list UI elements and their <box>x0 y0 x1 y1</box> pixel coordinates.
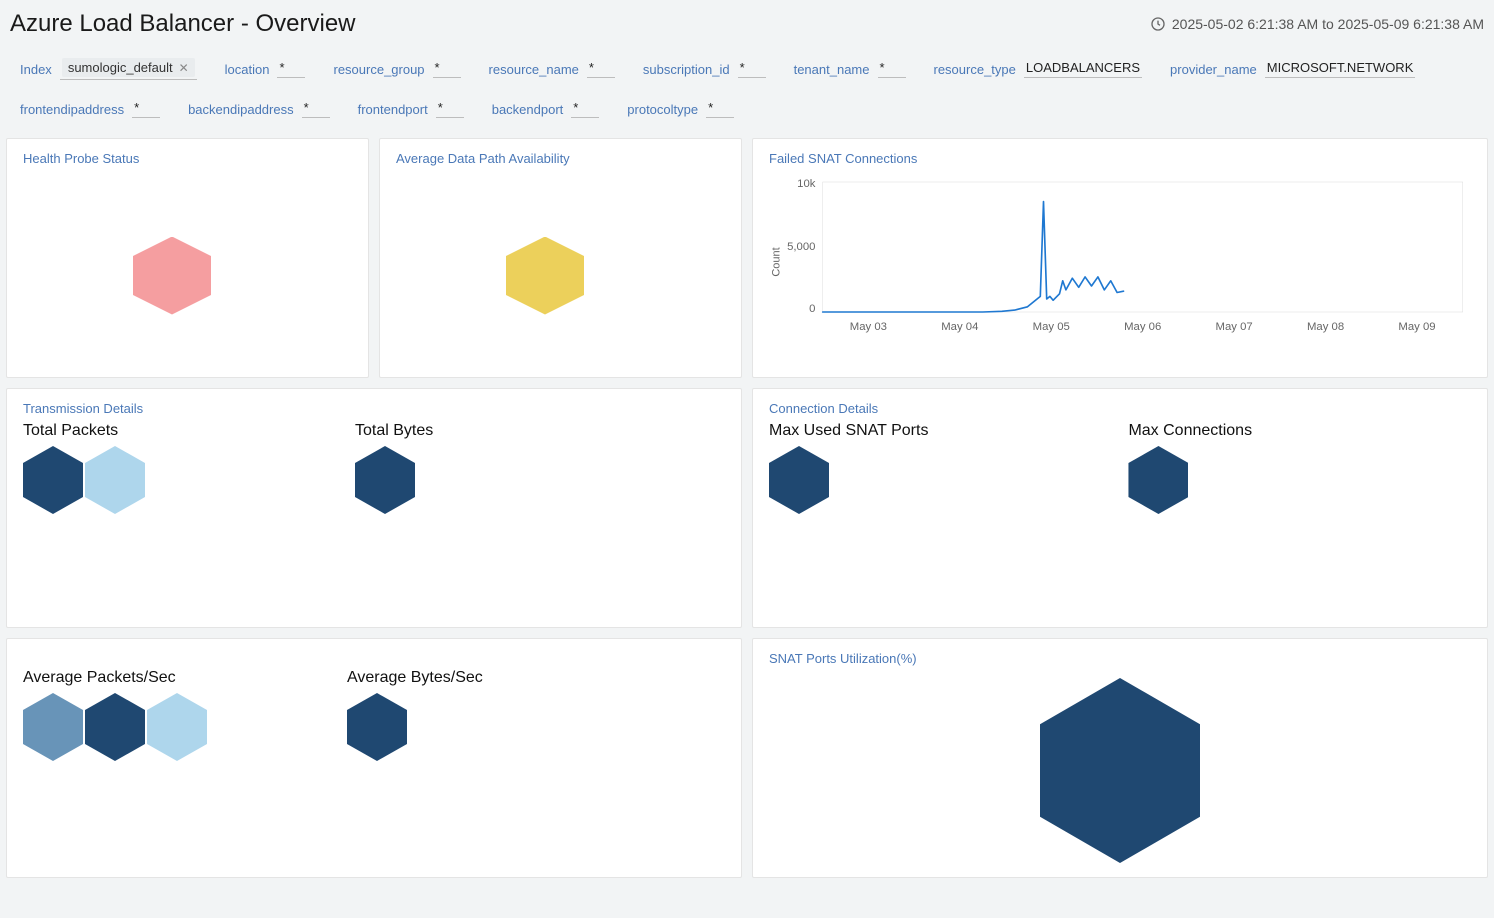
dashboard-header: Azure Load Balancer - Overview 2025-05-0… <box>0 0 1494 48</box>
panel-title: Health Probe Status <box>23 151 352 166</box>
panel-title: Average Data Path Availability <box>396 151 725 166</box>
filter-chip[interactable]: sumologic_default ✕ <box>62 58 195 77</box>
honeycomb-hex[interactable] <box>355 446 415 514</box>
honeycomb-hex[interactable] <box>1128 446 1188 514</box>
panel-transmission-details[interactable]: Transmission Details Total Packets Total… <box>6 388 742 628</box>
clock-icon <box>1150 16 1166 32</box>
filter-value[interactable]: * <box>132 100 160 118</box>
panel-failed-snat-connections[interactable]: Failed SNAT Connections Count 10k 5,000 … <box>752 138 1488 378</box>
filter-value[interactable]: * <box>587 60 615 78</box>
filter-label: resource_name <box>489 62 579 77</box>
filter-label: tenant_name <box>794 62 870 77</box>
honeycomb-hex[interactable] <box>85 446 145 514</box>
filter-resource_type[interactable]: resource_type LOADBALANCERS <box>934 60 1143 78</box>
filter-label: frontendport <box>358 102 428 117</box>
filter-index[interactable]: Index sumologic_default ✕ <box>20 58 197 80</box>
xtick: May 08 <box>1307 321 1344 333</box>
filter-value[interactable]: sumologic_default ✕ <box>60 58 197 80</box>
filter-label: backendport <box>492 102 564 117</box>
filter-resource_group[interactable]: resource_group * <box>333 60 460 78</box>
filter-location[interactable]: location * <box>225 60 306 78</box>
metric-max-connections: Max Connections <box>1128 422 1252 514</box>
metric-title: Average Packets/Sec <box>23 669 207 687</box>
filter-protocoltype[interactable]: protocoltype * <box>627 100 734 118</box>
panel-title: Failed SNAT Connections <box>769 151 1471 166</box>
filters-bar: Indexsumologic_default✕location*resource… <box>0 48 1494 132</box>
panel-title: Connection Details <box>769 401 1471 416</box>
line-chart-failed-snat[interactable]: Count 10k 5,000 0 May 03 May 04 May 05 May … <box>769 172 1471 342</box>
filter-label: resource_type <box>934 62 1016 77</box>
filter-value[interactable]: * <box>706 100 734 118</box>
metric-title: Average Bytes/Sec <box>347 669 483 687</box>
panel-title: Transmission Details <box>23 401 725 416</box>
filter-value[interactable]: * <box>433 60 461 78</box>
honeycomb-hex[interactable] <box>769 446 829 514</box>
metric-title: Max Used SNAT Ports <box>769 422 928 440</box>
filter-label: protocoltype <box>627 102 698 117</box>
filter-frontendport[interactable]: frontendport * <box>358 100 464 118</box>
metric-title: Total Packets <box>23 422 145 440</box>
metric-max-used-snat-ports: Max Used SNAT Ports <box>769 422 928 514</box>
filter-value[interactable]: * <box>302 100 330 118</box>
filter-frontendipaddress[interactable]: frontendipaddress * <box>20 100 160 118</box>
filter-label: provider_name <box>1170 62 1257 77</box>
filter-backendipaddress[interactable]: backendipaddress * <box>188 100 330 118</box>
honeycomb-hex[interactable] <box>147 693 207 761</box>
xtick: May 06 <box>1124 321 1161 333</box>
panel-connection-details[interactable]: Connection Details Max Used SNAT Ports M… <box>752 388 1488 628</box>
filter-label: subscription_id <box>643 62 730 77</box>
filter-value[interactable]: * <box>277 60 305 78</box>
panel-snat-ports-utilization[interactable]: SNAT Ports Utilization(%) <box>752 638 1488 878</box>
ytick: 10k <box>797 178 816 190</box>
filter-backendport[interactable]: backendport * <box>492 100 600 118</box>
metric-avg-packets-sec: Average Packets/Sec <box>23 669 207 761</box>
honeycomb-hex[interactable] <box>85 693 145 761</box>
page-title: Azure Load Balancer - Overview <box>10 10 356 38</box>
filter-value[interactable]: MICROSOFT.NETWORK <box>1265 60 1416 78</box>
time-range-text: 2025-05-02 6:21:38 AM to 2025-05-09 6:21… <box>1172 16 1484 32</box>
xtick: May 07 <box>1216 321 1253 333</box>
filter-value[interactable]: LOADBALANCERS <box>1024 60 1142 78</box>
ytick: 5,000 <box>787 241 815 253</box>
panel-health-probe-status[interactable]: Health Probe Status <box>6 138 369 378</box>
filter-label: resource_group <box>333 62 424 77</box>
honeycomb-hex[interactable] <box>23 693 83 761</box>
filter-value[interactable]: * <box>436 100 464 118</box>
panel-rates[interactable]: Average Packets/Sec Average Bytes/Sec <box>6 638 742 878</box>
filter-resource_name[interactable]: resource_name * <box>489 60 615 78</box>
filter-label: Index <box>20 62 52 77</box>
filter-tenant_name[interactable]: tenant_name * <box>794 60 906 78</box>
metric-total-packets: Total Packets <box>23 422 145 514</box>
chart-ylabel: Count <box>770 246 782 276</box>
xtick: May 04 <box>941 321 978 333</box>
xtick: May 05 <box>1033 321 1070 333</box>
filter-value[interactable]: * <box>571 100 599 118</box>
honeycomb-hex-status[interactable] <box>133 237 211 315</box>
panel-grid: Health Probe Status Average Data Path Av… <box>0 132 1494 918</box>
honeycomb-hex-utilization[interactable] <box>1040 678 1200 863</box>
filter-value[interactable]: * <box>738 60 766 78</box>
honeycomb-hex[interactable] <box>23 446 83 514</box>
metric-avg-bytes-sec: Average Bytes/Sec <box>347 669 483 761</box>
time-range-picker[interactable]: 2025-05-02 6:21:38 AM to 2025-05-09 6:21… <box>1150 16 1484 32</box>
metric-title: Total Bytes <box>355 422 433 440</box>
filter-label: location <box>225 62 270 77</box>
xtick: May 09 <box>1398 321 1435 333</box>
filter-label: backendipaddress <box>188 102 294 117</box>
filter-chip-text: sumologic_default <box>68 60 173 75</box>
filter-provider_name[interactable]: provider_name MICROSOFT.NETWORK <box>1170 60 1415 78</box>
ytick: 0 <box>809 303 815 315</box>
metric-total-bytes: Total Bytes <box>355 422 433 514</box>
filter-subscription_id[interactable]: subscription_id * <box>643 60 766 78</box>
panel-title: SNAT Ports Utilization(%) <box>769 651 1471 666</box>
xtick: May 03 <box>850 321 887 333</box>
chip-remove-icon[interactable]: ✕ <box>179 61 189 75</box>
honeycomb-hex[interactable] <box>347 693 407 761</box>
filter-label: frontendipaddress <box>20 102 124 117</box>
panel-avg-data-path-availability[interactable]: Average Data Path Availability <box>379 138 742 378</box>
filter-value[interactable]: * <box>878 60 906 78</box>
honeycomb-hex-availability[interactable] <box>506 237 584 315</box>
metric-title: Max Connections <box>1128 422 1252 440</box>
